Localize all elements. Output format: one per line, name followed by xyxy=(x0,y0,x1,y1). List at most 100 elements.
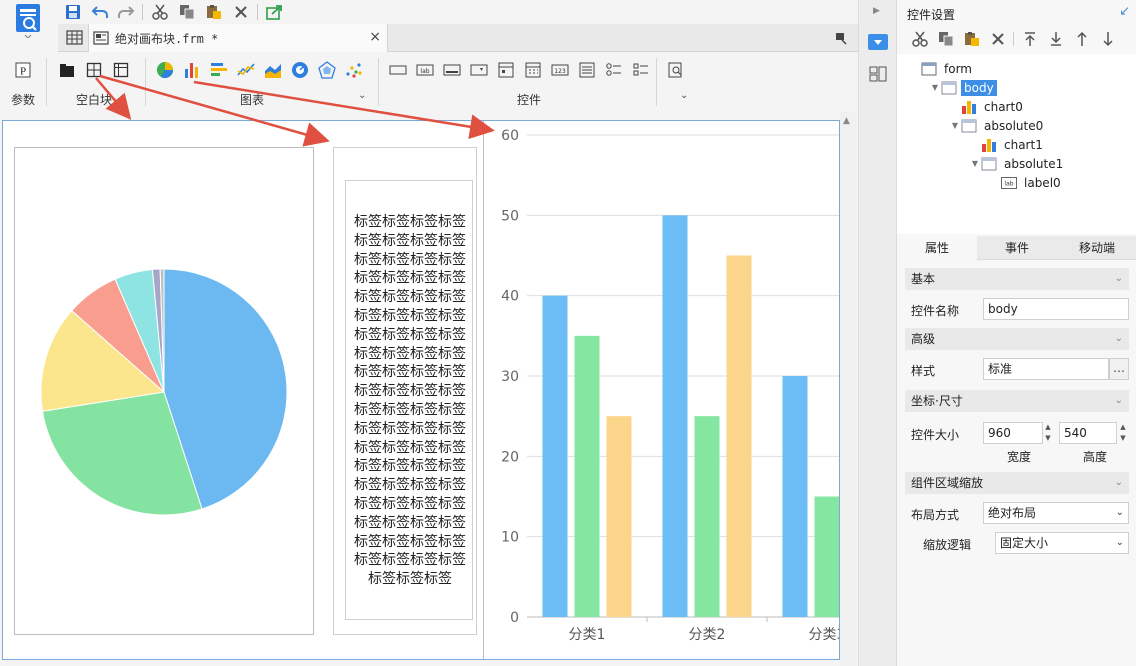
tab-properties[interactable]: 属性 xyxy=(897,236,977,260)
scatter-chart-icon[interactable] xyxy=(344,60,364,80)
bar-chart-icon[interactable] xyxy=(182,60,202,80)
section-position-size[interactable]: 坐标·尺寸 ⌄ xyxy=(905,390,1129,412)
scroll-up-icon[interactable]: ▲ xyxy=(843,116,850,126)
tree-item[interactable]: ▼ absolute0 xyxy=(949,116,1046,135)
widget-group-expand-icon[interactable]: ⌄ xyxy=(680,90,688,101)
chart-group-expand-icon[interactable]: ⌄ xyxy=(358,90,366,101)
width-stepper[interactable]: ▲ ▼ xyxy=(1042,422,1054,444)
move-top-icon[interactable] xyxy=(1021,30,1039,48)
cut-icon[interactable] xyxy=(149,2,171,22)
absolute-block-icon[interactable] xyxy=(84,60,104,80)
chart1-bar-chart[interactable]: 0 10 20 30 40 50 60 分类1 分类2 分类3 xyxy=(483,121,840,659)
layout-components-icon[interactable] xyxy=(869,66,887,85)
tree-item[interactable]: lab label0 xyxy=(989,173,1064,192)
tab-events[interactable]: 事件 xyxy=(977,236,1057,260)
area-chart-icon[interactable] xyxy=(263,60,283,80)
scale-logic-select[interactable]: 固定大小 ⌄ xyxy=(995,532,1129,554)
copy-icon[interactable] xyxy=(176,2,198,22)
tree-expand-icon[interactable]: ▼ xyxy=(929,83,941,92)
close-tab-icon[interactable]: × xyxy=(369,29,381,45)
tab-block-icon[interactable] xyxy=(57,60,77,80)
export-icon[interactable] xyxy=(264,2,286,22)
app-logo-icon[interactable] xyxy=(14,2,42,39)
undo-icon[interactable] xyxy=(89,2,111,22)
widget-name-input[interactable]: body xyxy=(983,298,1129,320)
file-tab[interactable]: 绝对画布块.frm * × xyxy=(88,24,388,52)
stepper-up-icon[interactable]: ▲ xyxy=(1117,422,1129,433)
layout-mode-select[interactable]: 绝对布局 ⌄ xyxy=(983,502,1129,524)
absolute1-container[interactable]: 标签标签标签标签标签标签标签标签标签标签标签标签标签标签标签标签标签标签标签标签… xyxy=(345,180,473,620)
tree-expand-icon[interactable]: ▼ xyxy=(949,121,961,130)
chart0-pie-chart[interactable] xyxy=(14,147,314,635)
section-basic[interactable]: 基本 ⌄ xyxy=(905,268,1129,290)
absolute0-container[interactable]: 标签标签标签标签标签标签标签标签标签标签标签标签标签标签标签标签标签标签标签标签… xyxy=(333,147,477,635)
widget-settings-icon[interactable] xyxy=(868,34,888,50)
dropdown-widget-icon[interactable] xyxy=(469,60,489,80)
tree-item[interactable]: chart1 xyxy=(969,135,1046,154)
number-widget-icon[interactable]: 123 xyxy=(550,60,570,80)
section-advanced[interactable]: 高级 ⌄ xyxy=(905,328,1129,350)
tree-item[interactable]: form xyxy=(909,59,975,78)
grid-icon[interactable] xyxy=(66,30,84,46)
width-input[interactable]: 960 xyxy=(983,422,1043,444)
bar[interactable] xyxy=(606,416,632,617)
stepper-down-icon[interactable]: ▼ xyxy=(1042,433,1054,444)
stepper-up-icon[interactable]: ▲ xyxy=(1042,422,1054,433)
collapse-panel-icon[interactable]: ▶ xyxy=(873,6,880,16)
tree-item-label: absolute0 xyxy=(984,118,1044,133)
horizontal-bar-chart-icon[interactable] xyxy=(209,60,229,80)
pie-chart-icon[interactable] xyxy=(155,60,175,80)
bar[interactable] xyxy=(542,295,568,617)
date-widget-icon[interactable] xyxy=(496,60,516,80)
gauge-chart-icon[interactable] xyxy=(290,60,310,80)
svg-text:lab: lab xyxy=(1004,180,1013,187)
style-input[interactable]: 标准 xyxy=(983,358,1109,380)
move-up-icon[interactable] xyxy=(1073,30,1091,48)
radio-group-widget-icon[interactable] xyxy=(604,60,624,80)
panel-dock-icon[interactable]: ↙ xyxy=(1119,4,1130,19)
tree-copy-icon[interactable] xyxy=(937,30,955,48)
label0-text[interactable]: 标签标签标签标签标签标签标签标签标签标签标签标签标签标签标签标签标签标签标签标签… xyxy=(352,214,468,587)
move-down-icon[interactable] xyxy=(1099,30,1117,48)
save-icon[interactable] xyxy=(62,2,84,22)
section-area-scale[interactable]: 组件区域缩放 ⌄ xyxy=(905,472,1129,494)
height-stepper[interactable]: ▲ ▼ xyxy=(1117,422,1129,444)
tree-item[interactable]: chart0 xyxy=(949,97,1026,116)
stepper-down-icon[interactable]: ▼ xyxy=(1117,433,1129,444)
style-more-button[interactable]: … xyxy=(1109,358,1129,380)
toolbar-separator xyxy=(1013,32,1014,46)
label-widget-icon[interactable]: lab xyxy=(415,60,435,80)
paste-icon[interactable] xyxy=(203,2,225,22)
parameter-icon[interactable]: P xyxy=(13,60,33,80)
button-widget-icon[interactable] xyxy=(442,60,462,80)
tree-expand-icon[interactable]: ▼ xyxy=(969,159,981,168)
bar-chart-svg: 0 10 20 30 40 50 60 分类1 分类2 分类3 xyxy=(501,128,840,643)
radar-chart-icon[interactable] xyxy=(317,60,337,80)
tab-mobile[interactable]: 移动端 xyxy=(1057,236,1136,260)
tree-paste-icon[interactable] xyxy=(963,30,981,48)
line-chart-icon[interactable] xyxy=(236,60,256,80)
table-block-icon[interactable] xyxy=(111,60,131,80)
checkbox-group-widget-icon[interactable] xyxy=(631,60,651,80)
bar[interactable] xyxy=(694,416,720,617)
move-bottom-icon[interactable] xyxy=(1047,30,1065,48)
redo-icon[interactable] xyxy=(115,2,137,22)
design-canvas[interactable]: 标签标签标签标签标签标签标签标签标签标签标签标签标签标签标签标签标签标签标签标签… xyxy=(2,120,840,660)
delete-icon[interactable] xyxy=(230,2,252,22)
height-input[interactable]: 540 xyxy=(1059,422,1117,444)
tree-delete-icon[interactable] xyxy=(989,30,1007,48)
bar[interactable] xyxy=(574,335,600,617)
tree-cut-icon[interactable] xyxy=(911,30,929,48)
textbox-widget-icon[interactable] xyxy=(388,60,408,80)
bar[interactable] xyxy=(726,255,752,618)
bar[interactable] xyxy=(662,215,688,617)
tree-item[interactable]: ▼ body xyxy=(929,78,997,97)
canvas-vertical-scrollbar[interactable]: ▲ xyxy=(840,112,856,666)
list-widget-icon[interactable] xyxy=(577,60,597,80)
tree-item[interactable]: ▼ absolute1 xyxy=(969,154,1066,173)
search-widget-icon[interactable] xyxy=(666,60,686,80)
bar[interactable] xyxy=(782,376,808,617)
calendar-widget-icon[interactable] xyxy=(523,60,543,80)
bar[interactable] xyxy=(814,496,840,618)
panel-pin-icon[interactable] xyxy=(834,31,848,45)
